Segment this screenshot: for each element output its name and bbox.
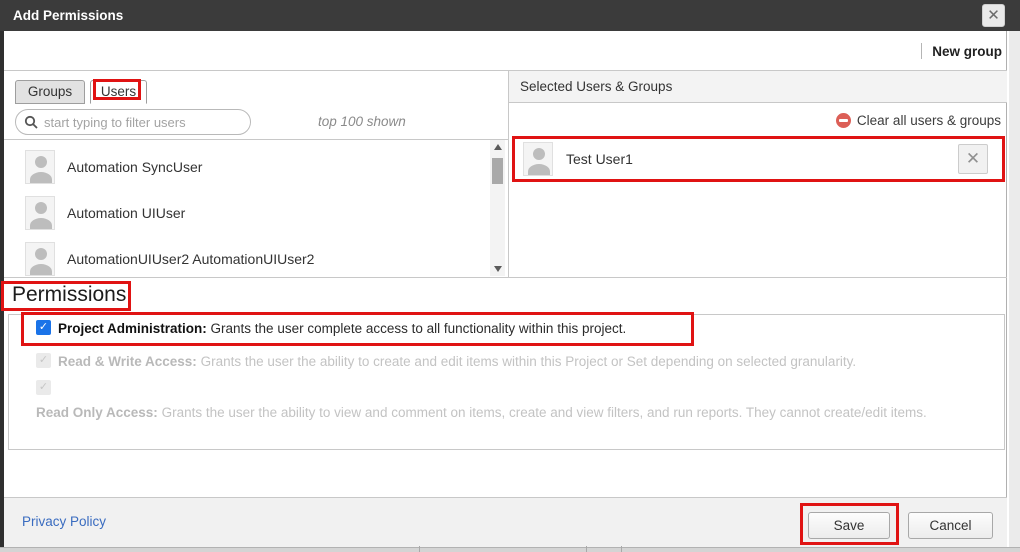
user-name: AutomationUIUser2 AutomationUIUser2 [67, 238, 314, 280]
cancel-button[interactable]: Cancel [908, 512, 993, 539]
permission-description: Grants the user the ability to view and … [162, 405, 927, 420]
scroll-up-icon[interactable] [490, 140, 505, 154]
user-list-scrollbar[interactable] [490, 140, 505, 276]
clear-all-button[interactable]: Clear all users & groups [836, 113, 1001, 128]
add-permissions-dialog: Add Permissions ✕ New group Groups Users… [0, 0, 1020, 552]
permission-read-write-access: Read & Write Access: Grants the user the… [58, 353, 856, 370]
avatar [25, 196, 55, 230]
dialog-titlebar: Add Permissions [0, 0, 1020, 31]
search-input[interactable] [44, 115, 242, 130]
checkbox-read-only-access: ✓ [36, 380, 51, 395]
check-icon: ✓ [36, 380, 51, 395]
divider [4, 139, 508, 140]
divider [4, 277, 1007, 278]
minus-circle-icon [836, 113, 851, 128]
privacy-policy-link[interactable]: Privacy Policy [22, 514, 106, 529]
check-icon: ✓ [36, 353, 51, 368]
selected-user-row: Test User1 ✕ [515, 138, 1002, 180]
user-filter-search[interactable] [15, 109, 251, 135]
remove-user-icon[interactable]: ✕ [958, 144, 988, 174]
permission-description: Grants the user complete access to all f… [211, 321, 627, 336]
list-item[interactable]: Automation UIUser [15, 192, 475, 238]
new-group-row: New group [921, 40, 1002, 62]
user-name: Automation SyncUser [67, 146, 202, 188]
new-group-button[interactable]: New group [932, 44, 1002, 59]
background-page-strip [0, 547, 1020, 552]
tab-groups[interactable]: Groups [15, 80, 85, 104]
permission-project-administration: Project Administration: Grants the user … [58, 320, 626, 337]
dialog-footer: Privacy Policy Save Cancel [4, 497, 1007, 547]
check-icon: ✓ [36, 320, 51, 335]
search-icon [24, 115, 38, 129]
avatar [523, 142, 553, 176]
divider [921, 43, 922, 59]
selected-users-header: Selected Users & Groups [509, 71, 1007, 103]
selected-user-name: Test User1 [566, 138, 633, 180]
permission-label: Read Only Access: [36, 405, 158, 420]
permission-label: Project Administration: [58, 321, 207, 336]
save-button[interactable]: Save [808, 512, 890, 539]
permissions-heading: Permissions [12, 283, 126, 307]
checkbox-project-administration[interactable]: ✓ [36, 320, 51, 335]
scrollbar-thumb[interactable] [492, 158, 503, 184]
permission-read-only-access: Read Only Access: Grants the user the ab… [36, 402, 990, 424]
permission-description: Grants the user the ability to create an… [201, 354, 857, 369]
background-table-border [621, 546, 622, 552]
background-table-border [419, 546, 420, 552]
clear-all-label: Clear all users & groups [857, 113, 1001, 128]
close-icon[interactable]: ✕ [982, 4, 1005, 27]
page-scrollbar-gutter[interactable] [1008, 31, 1020, 552]
background-table-border [586, 546, 587, 552]
tab-users[interactable]: Users [90, 80, 147, 104]
list-item[interactable]: Automation SyncUser [15, 146, 475, 192]
avatar [25, 242, 55, 276]
top-100-shown-hint: top 100 shown [318, 109, 406, 135]
user-name: Automation UIUser [67, 192, 185, 234]
checkbox-read-write-access: ✓ [36, 353, 51, 368]
permission-label: Read & Write Access: [58, 354, 197, 369]
scroll-down-icon[interactable] [490, 262, 505, 276]
dialog-title: Add Permissions [13, 0, 123, 31]
avatar [25, 150, 55, 184]
